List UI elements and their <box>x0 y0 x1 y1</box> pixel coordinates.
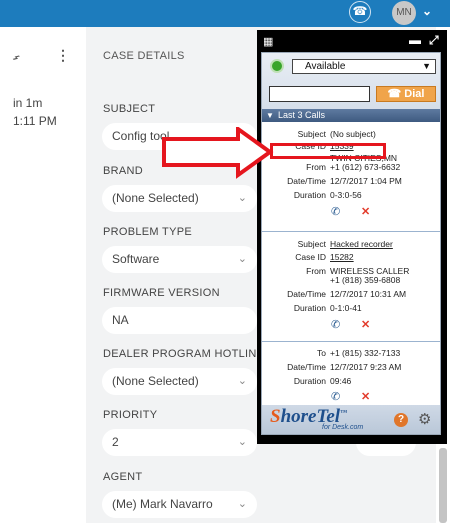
brand-value: (None Selected) <box>112 191 199 205</box>
call-duration: 0-3:0-56 <box>330 190 362 200</box>
call-field-key: Duration <box>293 376 326 386</box>
call-duration: 09:46 <box>330 376 352 386</box>
firmware-version-value: NA <box>112 313 129 327</box>
call-back-icon[interactable]: ✆ <box>331 390 340 403</box>
case-id-link[interactable]: 15282 <box>330 252 354 262</box>
shoretel-logo-bar: ShoreTel™ for Desk.com ? ⚙ <box>262 405 440 434</box>
caller-number: +1 (818) 359-6808 <box>330 275 401 285</box>
chevron-down-icon: ⌄ <box>237 375 247 387</box>
agent-label: AGENT <box>103 471 143 483</box>
priority-label: PRIORITY <box>103 409 158 421</box>
call-field-key: To <box>317 348 326 358</box>
firmware-version-label: FIRMWARE VERSION <box>103 287 220 299</box>
minimize-icon[interactable]: ▬ <box>409 33 421 47</box>
delete-icon[interactable]: ✕ <box>361 205 370 218</box>
call-field-key: From <box>306 266 326 276</box>
chevron-down-icon[interactable]: ⌄ <box>422 4 432 18</box>
brand-label: BRAND <box>103 165 144 177</box>
help-icon[interactable]: ? <box>394 413 408 427</box>
dealer-hotline-label: DEALER PROGRAM HOTLINE <box>103 348 265 360</box>
paperclip-icon[interactable]: ⌁ <box>7 49 25 67</box>
recent-calls-title: Last 3 Calls <box>278 110 326 120</box>
call-entry: Subject (No subject) Case ID 15339 TWIN … <box>262 122 440 232</box>
avatar[interactable]: MN <box>392 1 416 25</box>
priority-select[interactable]: 2 ⌄ <box>102 429 257 456</box>
shoretel-widget: ▦ ▬ ⤢ Available ▼ ☎ Dial ▼ Last 3 Calls … <box>257 30 447 444</box>
call-back-icon[interactable]: ✆ <box>331 205 340 218</box>
chevron-down-icon: ⌄ <box>237 192 247 204</box>
delete-icon[interactable]: ✕ <box>361 390 370 403</box>
call-datetime: 12/7/2017 1:04 PM <box>330 176 402 186</box>
call-field-key: Case ID <box>295 252 326 262</box>
chevron-down-icon: ⌄ <box>237 253 247 265</box>
call-subject: (No subject) <box>330 129 376 139</box>
dial-button[interactable]: ☎ Dial <box>376 86 436 102</box>
activity-timestamp: 1:11 PM <box>13 114 57 128</box>
activity-pane: ⌁ ⋮ in 1m 1:11 PM <box>0 27 86 523</box>
top-bar: ☎ MN ⌄ <box>0 0 450 27</box>
call-field-key: Date/Time <box>287 289 326 299</box>
presence-indicator-icon <box>270 59 284 73</box>
gear-icon[interactable]: ⚙ <box>418 410 431 428</box>
agent-value: (Me) Mark Navarro <box>112 497 213 511</box>
call-field-key: Duration <box>293 190 326 200</box>
case-details-header: CASE DETAILS <box>103 50 185 62</box>
status-area: Available ▼ ☎ Dial <box>262 53 440 113</box>
dial-number-input[interactable] <box>269 86 370 102</box>
dealer-hotline-select[interactable]: (None Selected) ⌄ <box>102 368 257 395</box>
call-field-key: From <box>306 162 326 172</box>
recent-calls-header[interactable]: ▼ Last 3 Calls <box>262 109 440 122</box>
call-subject-link[interactable]: Hacked recorder <box>330 239 393 249</box>
call-entry: Subject Hacked recorder Case ID 15282 Fr… <box>262 232 440 342</box>
logo-trademark: ™ <box>340 408 348 417</box>
subject-label: SUBJECT <box>103 103 156 115</box>
firmware-version-field[interactable]: NA <box>102 307 257 334</box>
logo-subtitle: for Desk.com <box>322 424 364 431</box>
brand-select[interactable]: (None Selected) ⌄ <box>102 185 257 212</box>
problem-type-value: Software <box>112 252 160 266</box>
annotation-highlight-box <box>270 143 386 159</box>
collapse-arrow-icon: ▼ <box>266 111 274 120</box>
call-field-key: Subject <box>297 239 326 249</box>
dropdown-arrow-icon: ▼ <box>422 61 431 71</box>
delete-icon[interactable]: ✕ <box>361 318 370 331</box>
priority-value: 2 <box>112 435 119 449</box>
chevron-down-icon: ⌄ <box>237 498 247 510</box>
more-options-icon[interactable]: ⋮ <box>56 47 70 64</box>
call-field-key: Date/Time <box>287 176 326 186</box>
call-datetime: 12/7/2017 9:23 AM <box>330 362 402 372</box>
dealer-hotline-value: (None Selected) <box>112 374 199 388</box>
widget-body: Available ▼ ☎ Dial ▼ Last 3 Calls Subjec… <box>261 52 441 435</box>
status-select[interactable]: Available ▼ <box>292 59 436 74</box>
activity-time: in 1m <box>13 96 43 110</box>
dial-label: Dial <box>404 88 425 100</box>
expand-icon[interactable]: ⤢ <box>429 33 439 48</box>
logo-letter: S <box>270 406 281 427</box>
call-field-key: Date/Time <box>287 362 326 372</box>
call-back-icon[interactable]: ✆ <box>331 318 340 331</box>
call-entry: To +1 (815) 332-7133 Date/Time 12/7/2017… <box>262 342 440 405</box>
agent-select[interactable]: (Me) Mark Navarro ⌄ <box>102 491 257 518</box>
annotation-arrow <box>162 127 274 179</box>
chevron-down-icon: ⌄ <box>237 436 247 448</box>
call-field-key: Subject <box>297 129 326 139</box>
status-value: Available <box>305 61 346 72</box>
grid-menu-icon[interactable]: ▦ <box>263 35 273 48</box>
call-datetime: 12/7/2017 10:31 AM <box>330 289 407 299</box>
call-duration: 0-1:0-41 <box>330 303 362 313</box>
callee-number: +1 (815) 332-7133 <box>330 348 401 358</box>
problem-type-select[interactable]: Software ⌄ <box>102 246 257 273</box>
caller-number: +1 (612) 673-6632 <box>330 162 401 172</box>
problem-type-label: PROBLEM TYPE <box>103 226 192 238</box>
phone-icon[interactable]: ☎ <box>349 1 371 23</box>
scrollbar-thumb[interactable] <box>439 448 447 523</box>
call-field-key: Duration <box>293 303 326 313</box>
